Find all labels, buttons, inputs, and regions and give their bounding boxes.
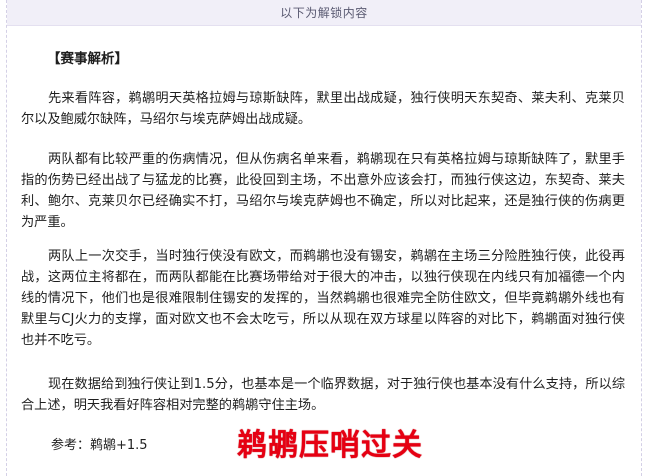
paragraph-odds: 现在数据给到独行侠让到1.5分，也基本是一个临界数据，对于独行侠也基本没有什么支…: [21, 377, 625, 413]
unlock-banner-text: 以下为解锁内容: [280, 6, 368, 20]
article-page: 以下为解锁内容 【赛事解析】 先来看阵容，鹈鹕明天英格拉姆与琼斯缺阵，默里出战成…: [6, 0, 642, 476]
paragraph-matchup: 两队上一次交手，当时独行侠没有欧文，而鹈鹕也没有锡安，鹈鹕在主场三分险胜独行侠，…: [21, 249, 625, 348]
section-heading: 【赛事解析】: [47, 51, 128, 67]
unlock-banner: 以下为解锁内容: [7, 0, 641, 26]
reference-pick: 参考：鹈鹕+1.5: [51, 438, 148, 453]
paragraph-lineup: 先来看阵容，鹈鹕明天英格拉姆与琼斯缺阵，默里出战成疑，独行侠明天东契奇、莱夫利、…: [21, 91, 625, 127]
paragraph-injuries: 两队都有比较严重的伤病情况，但从伤病名单来看，鹈鹕现在只有英格拉姆与琼斯缺阵了，…: [21, 152, 625, 230]
pick-stamp-text: 鹈鹕压哨过关: [237, 428, 423, 463]
